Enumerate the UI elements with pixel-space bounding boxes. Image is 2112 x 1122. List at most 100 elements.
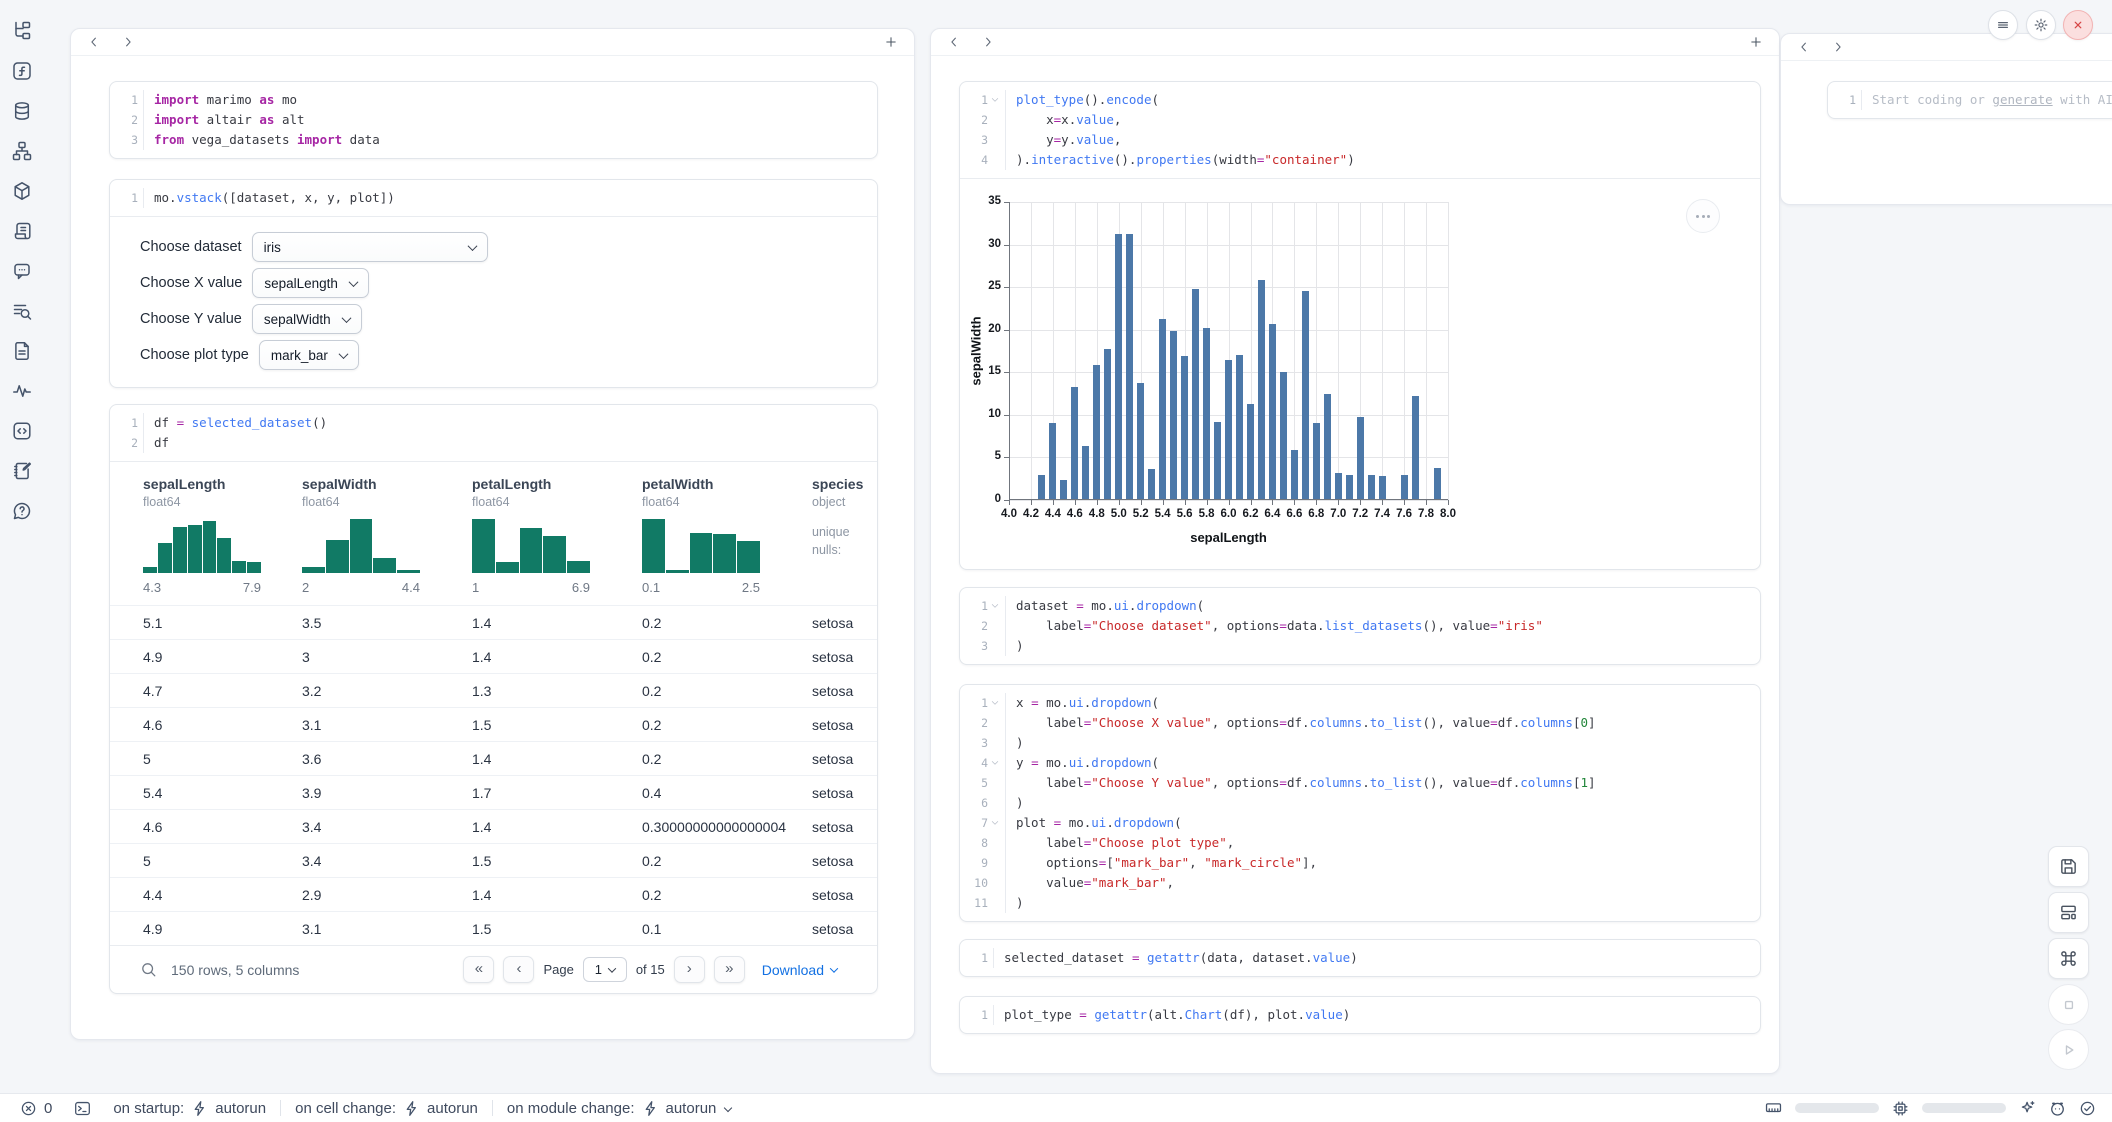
- table-row[interactable]: 5.43.91.70.4setosa: [110, 775, 877, 809]
- stop-button[interactable]: [2048, 984, 2089, 1025]
- column-forward-button[interactable]: [121, 35, 135, 49]
- sidebar-chat-assistant-button[interactable]: [9, 258, 35, 284]
- bar[interactable]: [1346, 475, 1353, 501]
- choose-dataset-select[interactable]: iris: [252, 232, 488, 262]
- grid-layout-button[interactable]: [2048, 892, 2089, 933]
- fold-chevron-icon[interactable]: [990, 95, 1000, 105]
- error-count-button[interactable]: 0: [20, 1100, 52, 1117]
- ai-sparkles-button[interactable]: [2019, 1100, 2036, 1117]
- bar[interactable]: [1060, 480, 1067, 500]
- sidebar-database-button[interactable]: [9, 98, 35, 124]
- code-editor[interactable]: 1df = selected_dataset()2df: [110, 405, 877, 461]
- bar[interactable]: [1192, 289, 1199, 500]
- column-forward-button[interactable]: [1831, 40, 1845, 54]
- column-histogram[interactable]: [302, 519, 420, 573]
- bar[interactable]: [1115, 234, 1122, 500]
- table-column-petalWidth[interactable]: petalWidthfloat640.12.5: [642, 476, 812, 605]
- bar[interactable]: [1291, 450, 1298, 500]
- bar[interactable]: [1181, 356, 1188, 500]
- bar[interactable]: [1082, 446, 1089, 501]
- bar[interactable]: [1379, 476, 1386, 500]
- bar[interactable]: [1434, 468, 1441, 500]
- bar[interactable]: [1137, 383, 1144, 500]
- sidebar-logs-search-button[interactable]: [9, 298, 35, 324]
- bar[interactable]: [1258, 280, 1265, 500]
- table-column-sepalLength[interactable]: sepalLengthfloat644.37.9: [143, 476, 302, 605]
- code-editor[interactable]: 1plot_type().encode(2 x=x.value,3 y=y.va…: [960, 82, 1760, 178]
- choose-x-value-select[interactable]: sepalLength: [252, 268, 369, 298]
- prev-page-button[interactable]: ‹: [503, 956, 534, 983]
- search-icon[interactable]: [140, 961, 157, 978]
- sidebar-scratchpad-button[interactable]: [9, 458, 35, 484]
- add-cell-button[interactable]: [884, 35, 898, 49]
- table-row[interactable]: 53.61.40.2setosa: [110, 741, 877, 775]
- download-button[interactable]: Download: [762, 962, 837, 978]
- settings-button[interactable]: [2026, 10, 2056, 40]
- close-button[interactable]: [2063, 10, 2093, 40]
- bar[interactable]: [1247, 404, 1254, 500]
- fold-chevron-icon[interactable]: [990, 601, 1000, 611]
- column-back-button[interactable]: [87, 35, 101, 49]
- bar[interactable]: [1049, 423, 1056, 501]
- connection-status-icon[interactable]: [2079, 1100, 2096, 1117]
- bar[interactable]: [1159, 319, 1166, 500]
- play-button[interactable]: [2048, 1029, 2089, 1070]
- table-column-species[interactable]: speciesobjectuniquenulls:: [812, 476, 878, 605]
- bar[interactable]: [1214, 422, 1221, 500]
- column-back-button[interactable]: [1797, 40, 1811, 54]
- table-column-sepalWidth[interactable]: sepalWidthfloat6424.4: [302, 476, 472, 605]
- page-number-select[interactable]: 1: [583, 957, 627, 982]
- bar[interactable]: [1357, 417, 1364, 500]
- fold-chevron-icon[interactable]: [990, 698, 1000, 708]
- code-editor[interactable]: 1x = mo.ui.dropdown(2 label="Choose X va…: [960, 685, 1760, 921]
- bar[interactable]: [1071, 387, 1078, 500]
- bar[interactable]: [1269, 324, 1276, 500]
- table-row[interactable]: 4.63.41.40.30000000000000004setosa: [110, 809, 877, 843]
- sidebar-function-square-button[interactable]: [9, 58, 35, 84]
- on-startup-setting[interactable]: on startup: autorun: [113, 1100, 266, 1117]
- bar[interactable]: [1313, 423, 1320, 500]
- github-button[interactable]: [2049, 1100, 2066, 1117]
- bar[interactable]: [1203, 328, 1210, 500]
- add-cell-button[interactable]: [1749, 35, 1763, 49]
- sidebar-dependency-graph-button[interactable]: [9, 138, 35, 164]
- table-row[interactable]: 53.41.50.2setosa: [110, 843, 877, 877]
- bar[interactable]: [1225, 360, 1232, 500]
- first-page-button[interactable]: «: [463, 956, 494, 983]
- sidebar-activity-tracer-button[interactable]: [9, 378, 35, 404]
- last-page-button[interactable]: »: [714, 956, 745, 983]
- menu-button[interactable]: [1988, 10, 2018, 40]
- bar[interactable]: [1335, 473, 1342, 500]
- sidebar-script-log-button[interactable]: [9, 218, 35, 244]
- choose-plot-type-select[interactable]: mark_bar: [259, 340, 359, 370]
- choose-y-value-select[interactable]: sepalWidth: [252, 304, 362, 334]
- code-editor[interactable]: 1import marimo as mo2import altair as al…: [110, 82, 877, 158]
- bar[interactable]: [1038, 475, 1045, 501]
- on-cell-change-setting[interactable]: on cell change: autorun: [295, 1100, 478, 1117]
- column-histogram[interactable]: [143, 519, 261, 573]
- command-button[interactable]: [2048, 938, 2089, 979]
- code-editor[interactable]: 1Start coding or generate with AI: [1828, 82, 2112, 118]
- fold-chevron-icon[interactable]: [990, 758, 1000, 768]
- code-editor[interactable]: 1mo.vstack([dataset, x, y, plot]): [110, 180, 877, 216]
- code-editor[interactable]: 1plot_type = getattr(alt.Chart(df), plot…: [960, 997, 1760, 1033]
- bar[interactable]: [1126, 234, 1133, 501]
- bar[interactable]: [1093, 365, 1100, 500]
- sidebar-file-tree-button[interactable]: [9, 18, 35, 44]
- bar[interactable]: [1302, 291, 1309, 500]
- bar[interactable]: [1368, 475, 1375, 500]
- on-module-change-setting[interactable]: on module change: autorun: [507, 1100, 731, 1117]
- table-row[interactable]: 4.931.40.2setosa: [110, 639, 877, 673]
- table-row[interactable]: 5.13.51.40.2setosa: [110, 605, 877, 639]
- sidebar-package-button[interactable]: [9, 178, 35, 204]
- sidebar-help-button[interactable]: [9, 498, 35, 524]
- code-editor[interactable]: 1dataset = mo.ui.dropdown(2 label="Choos…: [960, 588, 1760, 664]
- save-button[interactable]: [2048, 846, 2089, 887]
- table-row[interactable]: 4.73.21.30.2setosa: [110, 673, 877, 707]
- bar[interactable]: [1148, 469, 1155, 501]
- column-histogram[interactable]: [642, 519, 760, 573]
- column-forward-button[interactable]: [981, 35, 995, 49]
- table-column-petalLength[interactable]: petalLengthfloat6416.9: [472, 476, 642, 605]
- altair-bar-chart[interactable]: 051015202530354.04.24.44.64.85.05.25.45.…: [960, 179, 1760, 569]
- bar[interactable]: [1412, 396, 1419, 500]
